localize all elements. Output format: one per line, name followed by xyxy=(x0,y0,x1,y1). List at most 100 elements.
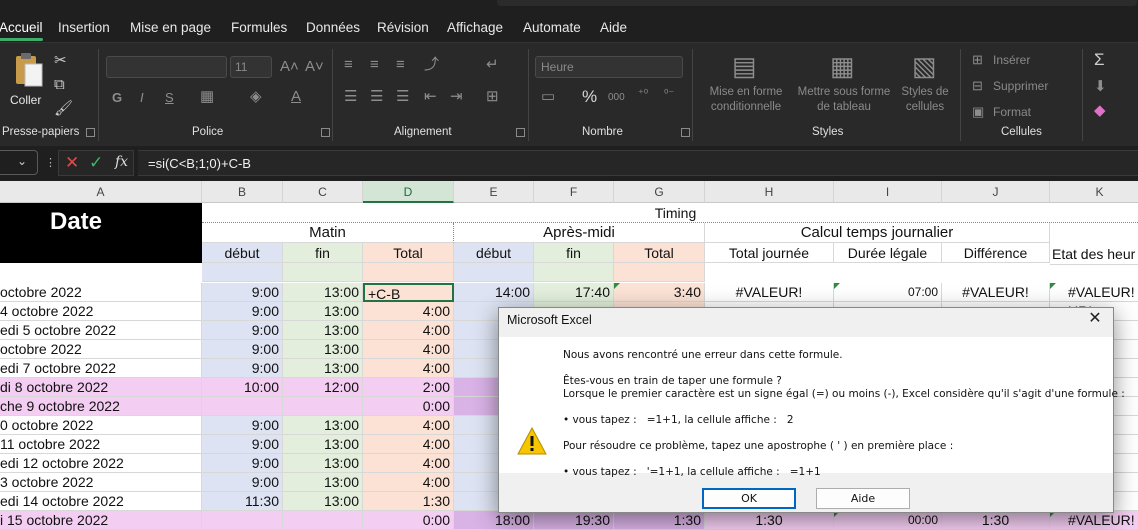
cell-f13[interactable]: 19:30 xyxy=(534,511,614,530)
tab-insertion[interactable]: Insertion xyxy=(58,20,110,35)
blank-cell[interactable] xyxy=(283,263,363,282)
autosum-icon[interactable]: Σ xyxy=(1094,51,1105,68)
cut-icon[interactable]: ✂ xyxy=(54,53,67,68)
cell-c8[interactable]: 13:00 xyxy=(283,416,363,435)
underline-button[interactable]: S xyxy=(165,91,174,104)
cell-h13[interactable]: 1:30 xyxy=(705,511,834,530)
cell-a8[interactable]: 0 octobre 2022 xyxy=(0,416,202,435)
cell-b12[interactable]: 11:30 xyxy=(202,492,283,511)
calcul-header[interactable]: Calcul temps journalier xyxy=(705,223,1050,243)
cell-d2[interactable]: 4:00 xyxy=(363,302,454,321)
col-c-subheader[interactable]: fin xyxy=(283,243,363,263)
cell-e1[interactable]: 14:00 xyxy=(454,283,534,302)
clear-icon[interactable]: ◆ xyxy=(1094,103,1106,118)
cell-d5[interactable]: 4:00 xyxy=(363,359,454,378)
cell-a2[interactable]: 4 octobre 2022 xyxy=(0,302,202,321)
help-button[interactable]: Aide xyxy=(816,488,910,509)
tab-mise-en-page[interactable]: Mise en page xyxy=(130,20,211,35)
cell-b6[interactable]: 10:00 xyxy=(202,378,283,397)
blank-cell[interactable] xyxy=(363,263,454,282)
align-left-icon[interactable]: ☰ xyxy=(344,89,357,104)
col-h-subheader[interactable]: Total journée xyxy=(705,243,834,263)
cell-k1[interactable]: #VALEUR! xyxy=(1050,283,1138,302)
cell-d11[interactable]: 4:00 xyxy=(363,473,454,492)
cell-g13[interactable]: 1:30 xyxy=(614,511,705,530)
cell-d9[interactable]: 4:00 xyxy=(363,435,454,454)
shrink-font-icon[interactable]: A˅ xyxy=(305,59,324,74)
cell-a7[interactable]: che 9 octobre 2022 xyxy=(0,397,202,416)
cell-c13[interactable] xyxy=(283,511,363,530)
accounting-format-icon[interactable]: ▭ xyxy=(541,89,555,104)
cell-k13[interactable]: #VALEUR! xyxy=(1050,511,1138,530)
column-header-i[interactable]: I xyxy=(834,181,942,203)
col-g-subheader[interactable]: Total xyxy=(614,243,705,263)
cell-c9[interactable]: 13:00 xyxy=(283,435,363,454)
alignment-launcher-icon[interactable] xyxy=(516,128,525,137)
col-b-subheader[interactable]: début xyxy=(202,243,283,263)
font-launcher-icon[interactable] xyxy=(321,128,330,137)
col-e-subheader[interactable]: début xyxy=(454,243,534,263)
date-header[interactable]: Date xyxy=(0,203,202,263)
column-header-j[interactable]: J xyxy=(942,181,1050,203)
cell-c7[interactable] xyxy=(283,397,363,416)
cell-b7[interactable] xyxy=(202,397,283,416)
increase-decimal-icon[interactable]: ⁺⁰ xyxy=(638,89,648,100)
cell-a9[interactable]: 11 octobre 2022 xyxy=(0,435,202,454)
cell-g1[interactable]: 3:40 xyxy=(614,283,705,302)
increase-indent-icon[interactable]: ⇥ xyxy=(450,89,463,104)
col-d-subheader[interactable]: Total xyxy=(363,243,454,263)
column-header-d[interactable]: D xyxy=(363,181,454,203)
ok-button[interactable]: OK xyxy=(702,488,796,509)
paste-button[interactable]: Coller xyxy=(6,51,46,111)
blank-cell[interactable] xyxy=(614,263,705,282)
fill-color-icon[interactable]: ◈ xyxy=(250,89,262,104)
close-icon[interactable]: ✕ xyxy=(1083,308,1107,330)
cell-a12[interactable]: edi 14 octobre 2022 xyxy=(0,492,202,511)
cell-b5[interactable]: 9:00 xyxy=(202,359,283,378)
tab-revision[interactable]: Révision xyxy=(377,20,429,35)
align-bottom-icon[interactable]: ≡ xyxy=(396,57,405,72)
cell-a11[interactable]: 3 octobre 2022 xyxy=(0,473,202,492)
borders-icon[interactable]: ▦ xyxy=(200,89,214,104)
col-k-subheader[interactable]: Etat des heur xyxy=(1050,243,1138,265)
cell-a5[interactable]: edi 7 octobre 2022 xyxy=(0,359,202,378)
cell-i1[interactable]: 07:00 xyxy=(834,283,942,302)
cell-a13[interactable]: i 15 octobre 2022 xyxy=(0,511,202,530)
tab-affichage[interactable]: Affichage xyxy=(447,20,503,35)
align-right-icon[interactable]: ☰ xyxy=(396,89,409,104)
merge-cells-icon[interactable]: ⊞ xyxy=(486,89,499,104)
formula-input[interactable]: =si(C<B;1;0)+C-B xyxy=(138,150,1138,176)
cell-a1[interactable]: octobre 2022 xyxy=(0,283,202,302)
cell-c4[interactable]: 13:00 xyxy=(283,340,363,359)
cell-c12[interactable]: 13:00 xyxy=(283,492,363,511)
tab-donnees[interactable]: Données xyxy=(306,20,360,35)
delete-cells-button[interactable]: Supprimer xyxy=(993,79,1048,93)
italic-button[interactable]: I xyxy=(140,91,144,104)
column-header-e[interactable]: E xyxy=(454,181,534,203)
decrease-indent-icon[interactable]: ⇤ xyxy=(424,89,437,104)
cell-d3[interactable]: 4:00 xyxy=(363,321,454,340)
insert-function-button[interactable]: fx xyxy=(115,154,128,170)
column-header-f[interactable]: F xyxy=(534,181,614,203)
cell-c1[interactable]: 13:00 xyxy=(283,283,363,302)
bold-button[interactable]: G xyxy=(112,91,122,104)
number-format-dropdown[interactable]: Heure xyxy=(535,56,683,78)
thousands-button[interactable]: 000 xyxy=(608,93,625,103)
cell-b2[interactable]: 9:00 xyxy=(202,302,283,321)
align-middle-icon[interactable]: ≡ xyxy=(370,57,379,72)
tab-aide[interactable]: Aide xyxy=(600,20,627,35)
cell-d1[interactable]: +C-B xyxy=(363,283,454,302)
clipboard-launcher-icon[interactable] xyxy=(86,128,95,137)
cell-c5[interactable]: 13:00 xyxy=(283,359,363,378)
column-header-a[interactable]: A xyxy=(0,181,202,203)
tab-formules[interactable]: Formules xyxy=(231,20,287,35)
font-family-dropdown[interactable] xyxy=(106,56,227,78)
cell-i13[interactable]: 00:00 xyxy=(834,511,942,530)
insert-cells-button[interactable]: Insérer xyxy=(993,53,1030,67)
cell-j13[interactable]: 1:30 xyxy=(942,511,1050,530)
align-top-icon[interactable]: ≡ xyxy=(344,57,353,72)
cell-b3[interactable]: 9:00 xyxy=(202,321,283,340)
tab-accueil[interactable]: Accueil xyxy=(0,20,43,41)
cell-b4[interactable]: 9:00 xyxy=(202,340,283,359)
font-size-dropdown[interactable]: 11 xyxy=(230,56,272,78)
